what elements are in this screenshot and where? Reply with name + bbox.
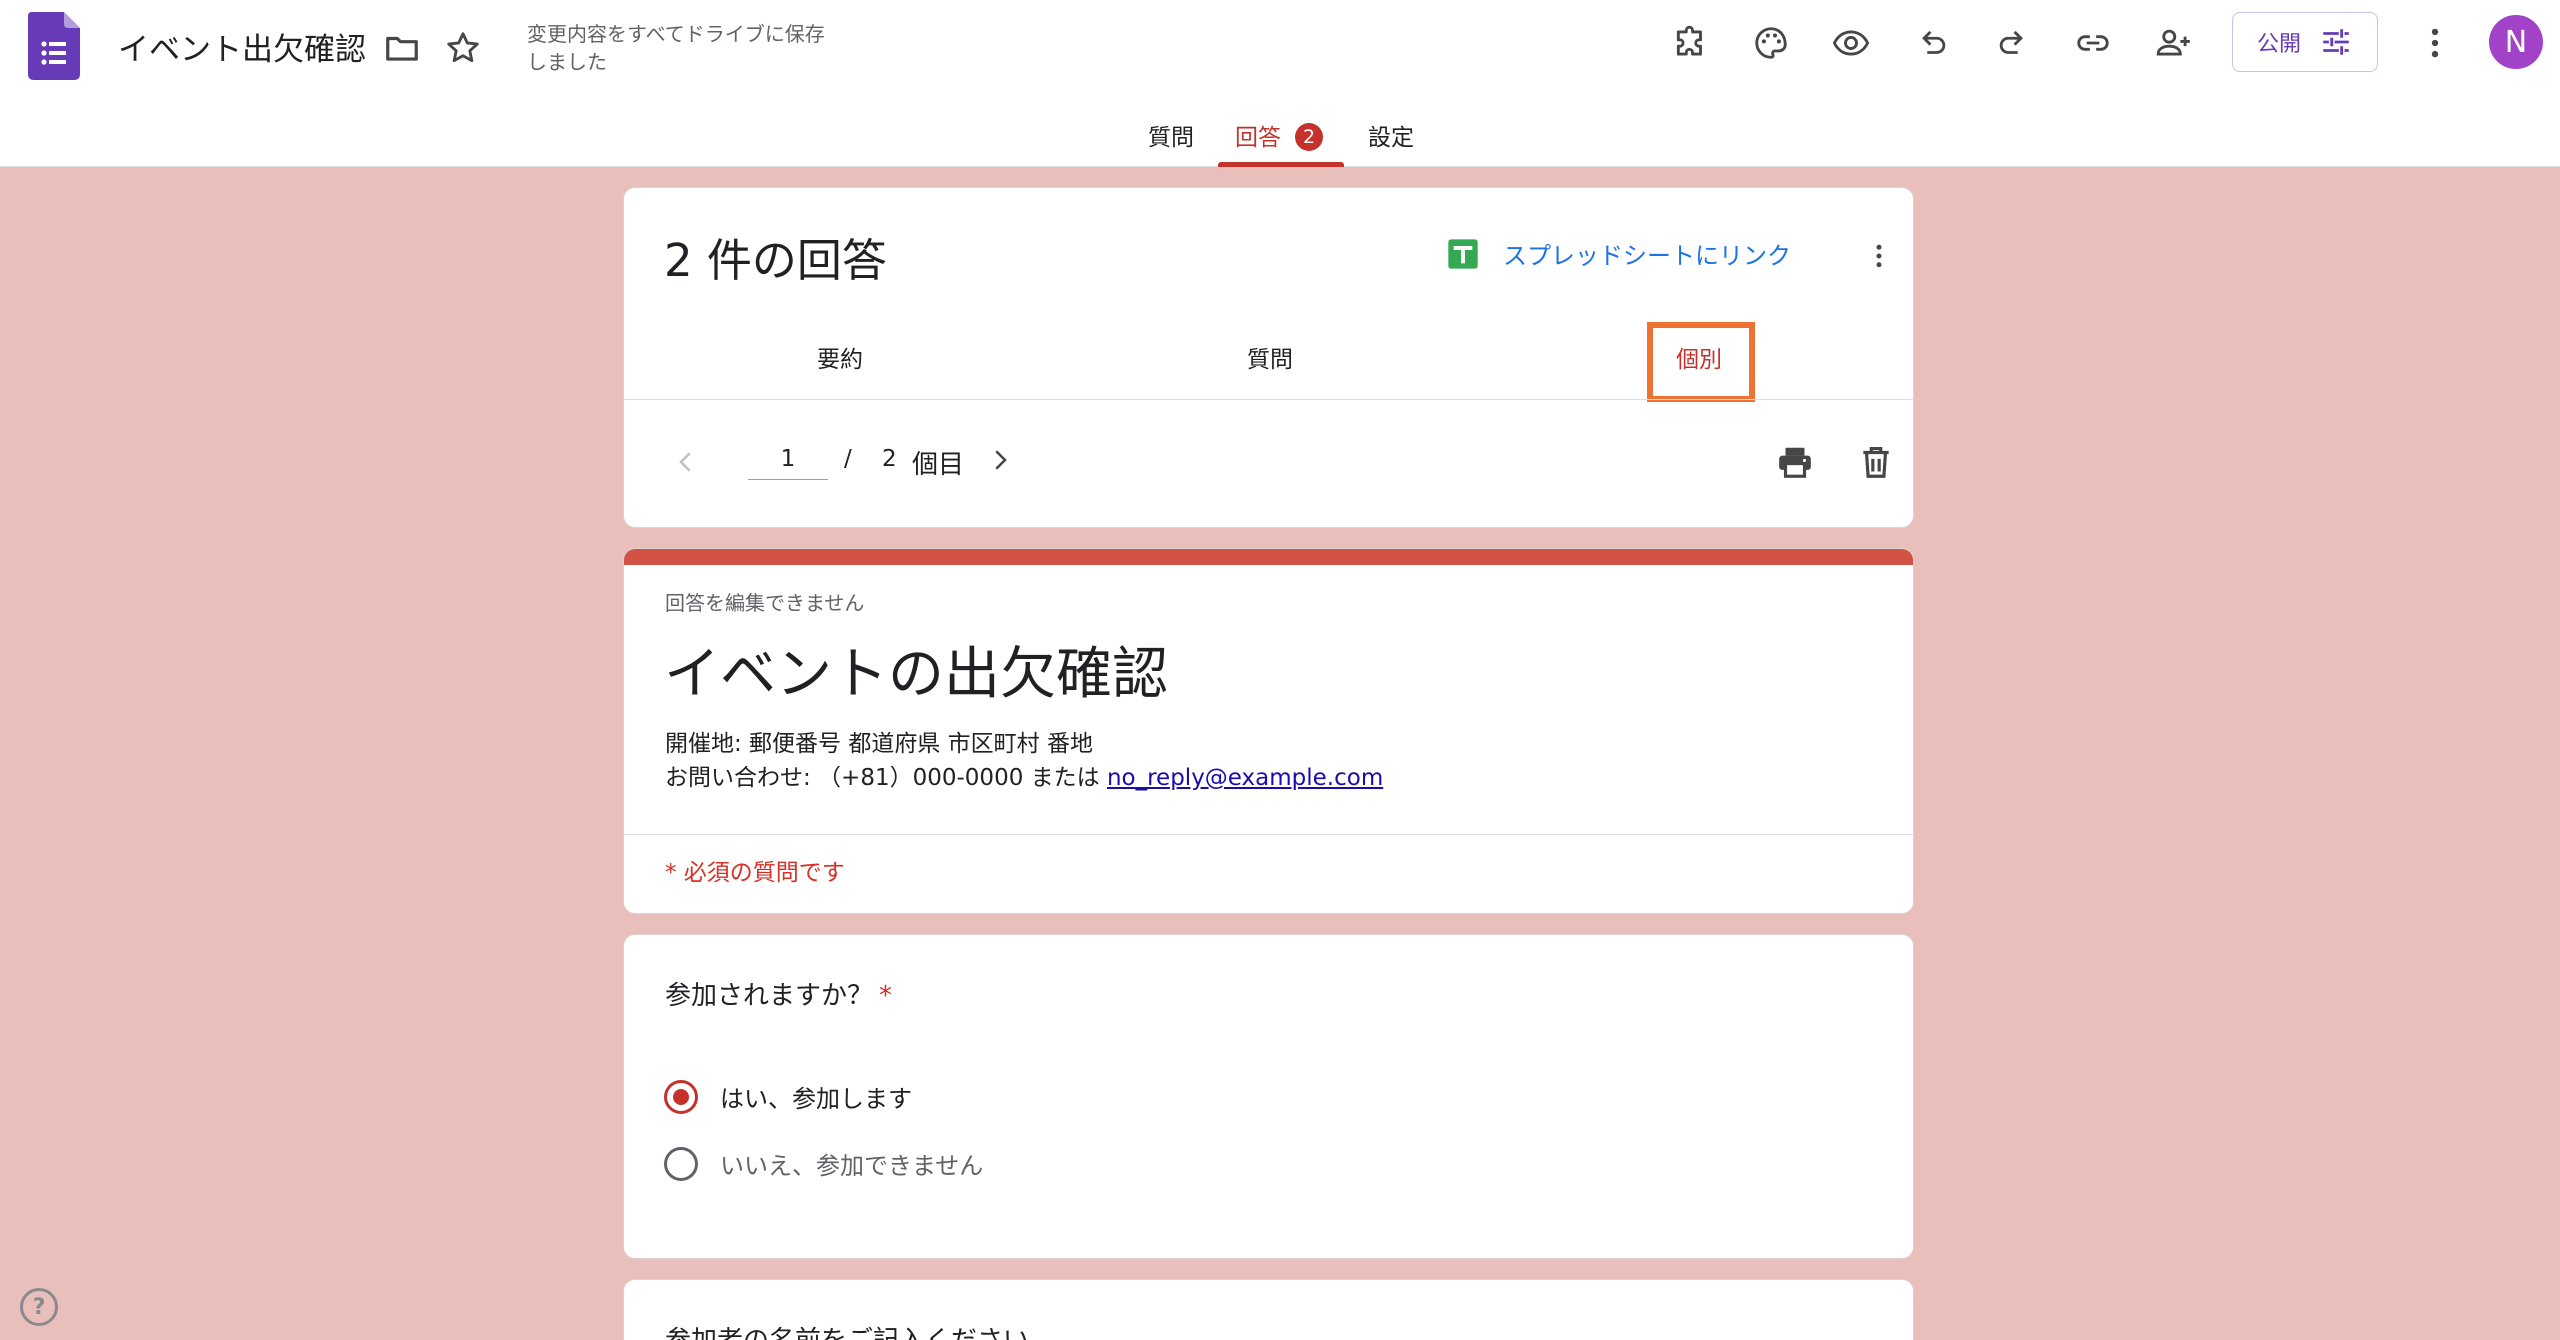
cannot-edit-notice: 回答を編集できません [665,591,865,615]
eye-icon[interactable] [1825,17,1877,69]
form-title: イベントの出欠確認 [664,642,1168,707]
print-icon[interactable] [1769,436,1821,488]
tab-responses-label: 回答 [1235,125,1281,151]
response-count-title: 2 件の回答 [664,234,887,287]
form-desc-location: 開催地: 郵便番号 都道府県 市区町村 番地 [665,731,1093,757]
main-tabs: 質問 回答 2 設定 [0,112,2560,167]
question-title: 参加されますか？ * [665,975,892,1012]
divider [624,834,1913,835]
option-label: はい、参加します [720,1085,912,1113]
contact-text: お問い合わせ: （+81）000-0000 または [665,765,1107,791]
response-pager: / 2 個目 [666,436,1066,486]
subtab-question[interactable]: 質問 [1247,340,1293,374]
subtab-summary[interactable]: 要約 [817,340,863,374]
option-no[interactable]: いいえ、参加できません [664,1146,983,1181]
option-label: いいえ、参加できません [720,1152,984,1180]
sheets-icon [1448,238,1478,269]
folder-icon[interactable] [376,22,428,74]
form-accent-bar [624,549,1913,565]
link-to-sheets-label: スプレッドシートにリンク [1503,242,1791,270]
document-title[interactable]: イベント出欠確認 [118,24,366,69]
link-icon[interactable] [2067,17,2119,69]
help-icon[interactable]: ? [20,1288,58,1326]
save-status: 変更内容をすべてドライブに保存しました [527,22,825,74]
undo-icon[interactable] [1906,17,1958,69]
subtab-individual-highlight [1647,322,1755,402]
form-desc-contact: お問い合わせ: （+81）000-0000 または no_reply@examp… [665,761,1383,795]
form-logo-icon[interactable] [28,12,80,80]
trash-icon[interactable] [1850,436,1902,488]
question-card-attendance: 参加されますか？ * はい、参加します いいえ、参加できません [623,934,1914,1259]
form-description: 開催地: 郵便番号 都道府県 市区町村 番地 お問い合わせ: （+81）000-… [665,727,1383,795]
response-count-badge: 2 [1295,123,1323,151]
responses-more-icon[interactable] [1859,236,1899,276]
contact-email-link[interactable]: no_reply@example.com [1107,765,1383,791]
pager-separator: / [844,446,852,472]
option-yes[interactable]: はい、参加します [664,1079,912,1114]
pager-unit: 個目 [912,450,965,480]
chevron-right-icon[interactable] [980,440,1020,480]
tab-responses[interactable]: 回答 2 [1235,118,1323,152]
required-mark: * [879,981,893,1011]
tune-icon [2323,29,2349,55]
radio-unchecked-icon[interactable] [664,1146,698,1181]
link-to-sheets-button[interactable]: スプレッドシートにリンク [1447,236,1791,271]
question-title-text: 参加されますか？ [665,981,874,1011]
star-icon[interactable] [437,22,489,74]
radio-checked-icon[interactable] [664,1079,698,1114]
divider [624,399,1913,400]
tab-settings[interactable]: 設定 [1368,118,1414,152]
form-header-card: 回答を編集できません イベントの出欠確認 開催地: 郵便番号 都道府県 市区町村… [623,548,1914,914]
app-header: イベント出欠確認 変更内容をすべてドライブに保存しました 公開 N 質問 回答 2 [0,0,2560,167]
tab-questions[interactable]: 質問 [1148,118,1194,152]
publish-label: 公開 [2256,32,2301,57]
question-title: 参加者の名前をご記入ください [665,1320,1029,1340]
add-person-icon[interactable] [2148,17,2200,69]
question-card-name: 参加者の名前をご記入ください [623,1279,1914,1340]
pager-total: 2 [882,446,897,472]
chevron-left-icon[interactable] [666,442,706,482]
addon-icon[interactable] [1665,17,1717,69]
avatar[interactable]: N [2489,15,2543,69]
response-index-input[interactable] [748,438,828,480]
required-note: * 必須の質問です [665,860,845,886]
palette-icon[interactable] [1745,17,1797,69]
responses-summary-card: 2 件の回答 スプレッドシートにリンク 要約 質問 個別 / 2 個目 [623,187,1914,528]
active-tab-indicator [1218,162,1344,167]
more-vert-icon[interactable] [2409,17,2461,69]
publish-button[interactable]: 公開 [2232,12,2378,72]
redo-icon[interactable] [1987,17,2039,69]
